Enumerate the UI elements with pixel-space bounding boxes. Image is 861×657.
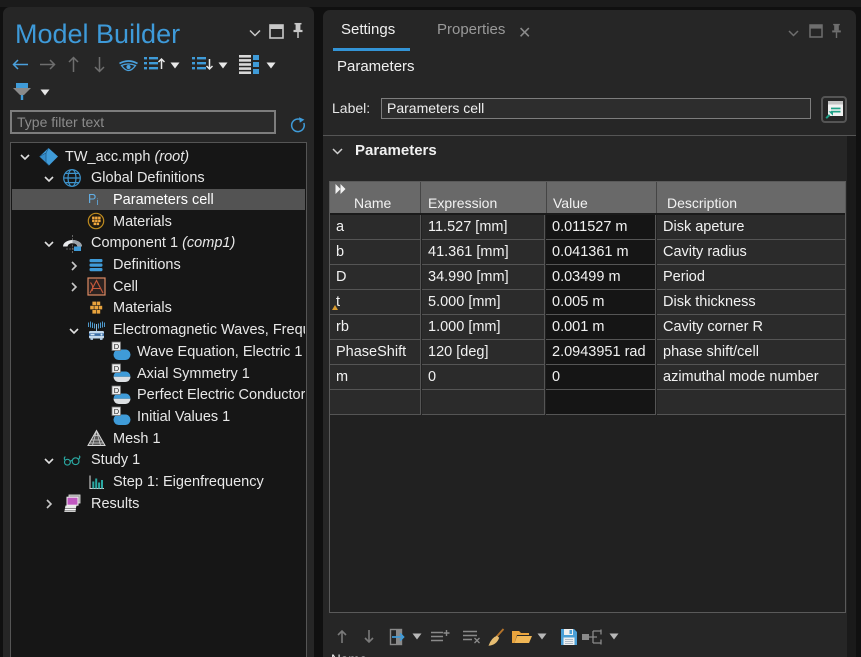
svg-text:D: D [114,407,120,416]
svg-text:D: D [114,364,120,373]
svg-text:P: P [88,192,96,206]
svg-text:i: i [97,197,99,207]
svg-text:D: D [114,386,120,395]
svg-text:D: D [114,342,120,351]
